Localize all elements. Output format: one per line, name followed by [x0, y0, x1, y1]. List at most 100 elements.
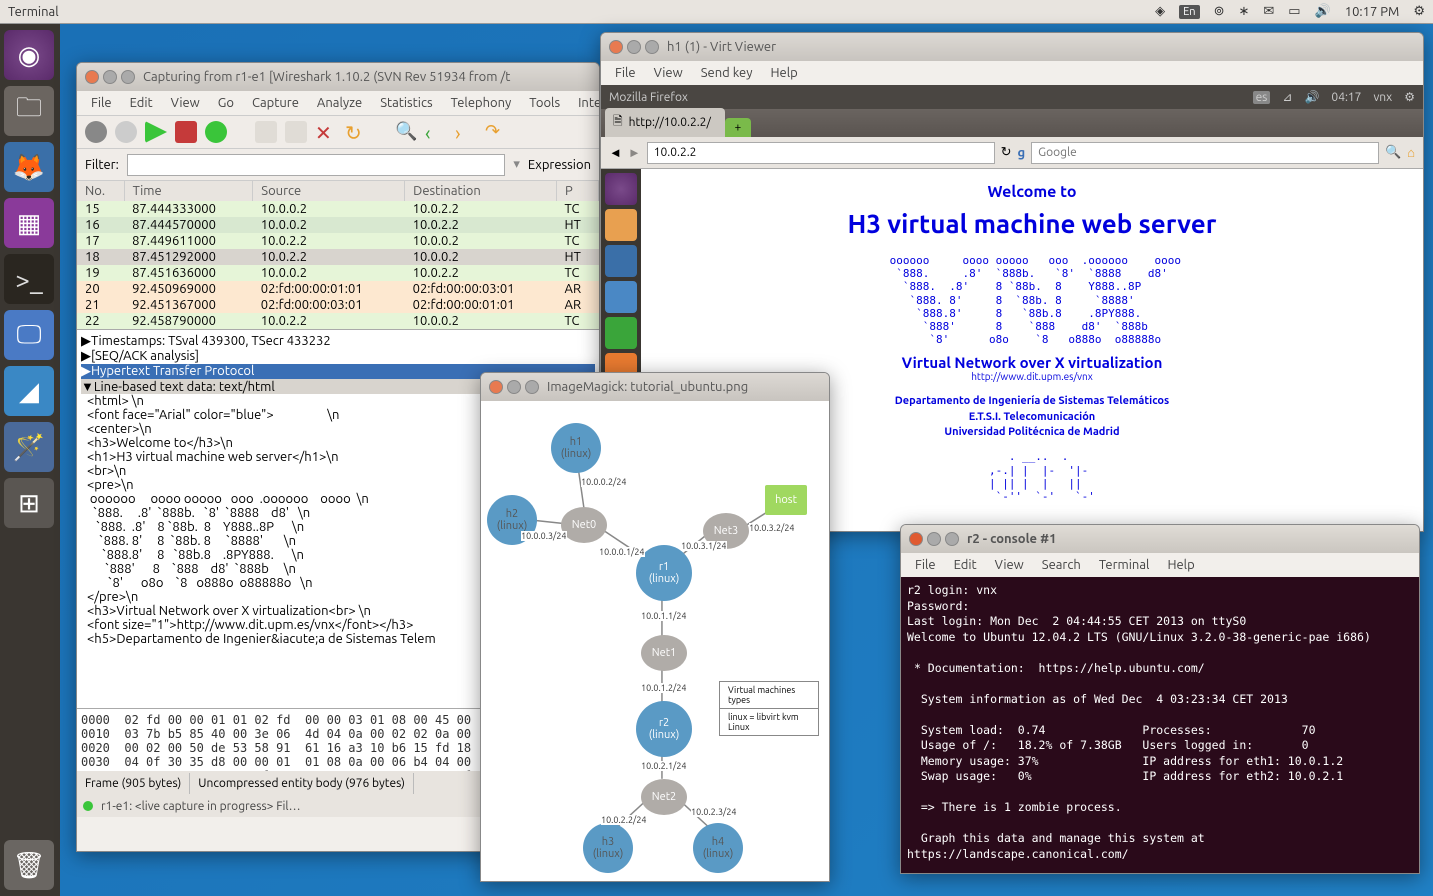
- battery-icon[interactable]: ▭: [1288, 4, 1300, 19]
- menu-search[interactable]: Search: [1034, 556, 1089, 574]
- packet-row[interactable]: 1887.45129200010.0.2.210.0.0.2HT: [77, 249, 599, 265]
- jump-icon[interactable]: ↷: [485, 121, 507, 143]
- gear-icon[interactable]: ⚙: [1413, 4, 1425, 19]
- menu-internals[interactable]: Internals: [570, 94, 600, 112]
- menu-view[interactable]: View: [987, 556, 1032, 574]
- clock[interactable]: 04:17: [1331, 91, 1361, 104]
- col-no[interactable]: No.: [77, 181, 124, 201]
- menu-file[interactable]: File: [907, 556, 944, 574]
- home-icon[interactable]: ⌂: [1407, 145, 1415, 160]
- search-input[interactable]: [1031, 142, 1379, 164]
- terminal-icon[interactable]: >_: [4, 254, 54, 304]
- tab-frame[interactable]: Frame (905 bytes): [77, 773, 190, 794]
- close-button[interactable]: [609, 40, 623, 54]
- nautilus-icon[interactable]: [605, 209, 637, 241]
- interfaces-icon[interactable]: [85, 121, 107, 143]
- col-source[interactable]: Source: [253, 181, 405, 201]
- dash-home-icon[interactable]: [605, 173, 637, 205]
- maximize-button[interactable]: [121, 70, 135, 84]
- menu-file[interactable]: File: [83, 94, 120, 112]
- nautilus-icon[interactable]: 🗀: [4, 86, 54, 136]
- terminal-body[interactable]: r2 login: vnx Password: Last login: Mon …: [901, 577, 1419, 873]
- firefox-icon[interactable]: [605, 245, 637, 277]
- maximize-button[interactable]: [645, 40, 659, 54]
- forward-icon[interactable]: ›: [455, 121, 477, 143]
- menu-analyze[interactable]: Analyze: [309, 94, 370, 112]
- search-icon[interactable]: 🔍: [1385, 145, 1401, 160]
- menu-telephony[interactable]: Telephony: [443, 94, 520, 112]
- menu-edit[interactable]: Edit: [946, 556, 985, 574]
- close-button[interactable]: [489, 380, 503, 394]
- open-file-icon[interactable]: [255, 121, 277, 143]
- dropbox-icon[interactable]: ◈: [1155, 4, 1165, 19]
- wireshark-titlebar[interactable]: Capturing from r1-e1 [Wireshark 1.10.2 (…: [77, 63, 599, 91]
- start-capture-icon[interactable]: [145, 121, 167, 143]
- close-button[interactable]: [85, 70, 99, 84]
- network-icon[interactable]: ⊿: [1282, 90, 1292, 104]
- r2-titlebar[interactable]: r2 - console #1: [901, 525, 1419, 553]
- workspace-switcher-icon[interactable]: ⊞: [4, 478, 54, 528]
- packet-row[interactable]: 2292.45879000010.0.2.210.0.0.2TC: [77, 313, 599, 329]
- menu-go[interactable]: Go: [210, 94, 242, 112]
- imagemagick-icon[interactable]: 🪄: [4, 422, 54, 472]
- filter-input[interactable]: [127, 154, 505, 176]
- imgmgk-titlebar[interactable]: ImageMagick: tutorial_ubuntu.png: [481, 373, 829, 401]
- close-file-icon[interactable]: ✕: [315, 121, 337, 143]
- restart-capture-icon[interactable]: [205, 121, 227, 143]
- firefox-icon[interactable]: 🦊: [4, 142, 54, 192]
- writer-icon[interactable]: [605, 281, 637, 313]
- menu-sendkey[interactable]: Send key: [693, 64, 761, 82]
- close-button[interactable]: [909, 532, 923, 546]
- stop-capture-icon[interactable]: [175, 121, 197, 143]
- packet-row[interactable]: 2092.45096900002:fd:00:00:01:0102:fd:00:…: [77, 281, 599, 297]
- browser-tab[interactable]: 🗎 http://10.0.2.2/: [605, 108, 725, 137]
- menu-view[interactable]: View: [646, 64, 691, 82]
- minimize-button[interactable]: [627, 40, 641, 54]
- packet-row[interactable]: 2192.45136700002:fd:00:00:03:0102:fd:00:…: [77, 297, 599, 313]
- menu-file[interactable]: File: [607, 64, 644, 82]
- user-menu[interactable]: vnx: [1373, 91, 1392, 104]
- maximize-button[interactable]: [525, 380, 539, 394]
- trash-icon[interactable]: 🗑: [4, 840, 54, 890]
- menu-terminal[interactable]: Terminal: [1091, 556, 1158, 574]
- keyboard-lang-indicator[interactable]: es: [1253, 91, 1271, 104]
- wifi-icon[interactable]: ⊚: [1214, 4, 1225, 19]
- minimize-button[interactable]: [507, 380, 521, 394]
- virt-titlebar[interactable]: h1 (1) - Virt Viewer: [601, 33, 1423, 61]
- packet-row[interactable]: 1687.44457000010.0.0.210.0.2.2HT: [77, 217, 599, 233]
- menu-help[interactable]: Help: [1159, 556, 1202, 574]
- save-file-icon[interactable]: [285, 121, 307, 143]
- packet-row[interactable]: 1987.45163600010.0.0.210.0.2.2TC: [77, 265, 599, 281]
- col-prot[interactable]: P: [557, 181, 599, 201]
- tab-uncompressed[interactable]: Uncompressed entity body (976 bytes): [190, 773, 414, 794]
- reload-icon[interactable]: ↻: [1001, 145, 1012, 160]
- maximize-button[interactable]: [945, 532, 959, 546]
- new-tab-button[interactable]: +: [725, 118, 751, 137]
- options-icon[interactable]: [115, 121, 137, 143]
- minimize-button[interactable]: [927, 532, 941, 546]
- menu-view[interactable]: View: [163, 94, 208, 112]
- calc-icon[interactable]: [605, 317, 637, 349]
- url-input[interactable]: [647, 142, 995, 164]
- minimize-button[interactable]: [103, 70, 117, 84]
- menu-help[interactable]: Help: [762, 64, 805, 82]
- dash-home-icon[interactable]: ◉: [4, 30, 54, 80]
- volume-icon[interactable]: 🔊: [1315, 4, 1331, 19]
- menu-edit[interactable]: Edit: [122, 94, 161, 112]
- find-icon[interactable]: 🔍: [395, 121, 417, 143]
- gear-icon[interactable]: ⚙: [1404, 90, 1415, 104]
- volume-icon[interactable]: 🔊: [1304, 90, 1319, 104]
- monitor-icon[interactable]: 🖵: [4, 310, 54, 360]
- clock[interactable]: 10:17 PM: [1345, 5, 1400, 19]
- forward-icon[interactable]: ►: [628, 145, 641, 160]
- bluetooth-icon[interactable]: ∗: [1238, 4, 1249, 19]
- col-dest[interactable]: Destination: [405, 181, 557, 201]
- mail-icon[interactable]: ✉: [1263, 4, 1274, 19]
- menu-capture[interactable]: Capture: [244, 94, 307, 112]
- packet-row[interactable]: 1787.44961100010.0.2.210.0.0.2TC: [77, 233, 599, 249]
- wireshark-icon[interactable]: ◢: [4, 366, 54, 416]
- back-icon[interactable]: ‹: [425, 121, 447, 143]
- tree-seqack[interactable]: ▶[SEQ/ACK analysis]: [81, 349, 595, 364]
- purple-app-icon[interactable]: ▦: [4, 198, 54, 248]
- packet-row[interactable]: 1587.44433300010.0.0.210.0.2.2TC: [77, 201, 599, 217]
